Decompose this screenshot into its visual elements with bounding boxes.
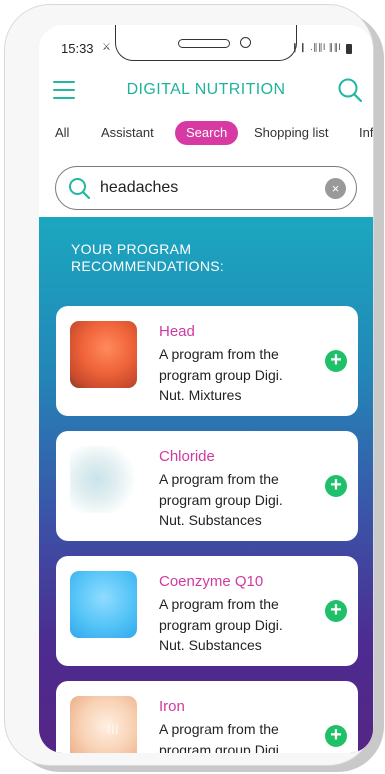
battery-icon: [346, 44, 352, 54]
tab-shopping-list[interactable]: Shopping list: [254, 125, 328, 140]
tab-all[interactable]: All: [55, 125, 69, 140]
app-title: DIGITAL NUTRITION: [126, 81, 286, 98]
home-nav-icon[interactable]: ○: [201, 721, 209, 737]
recents-nav-icon[interactable]: III: [107, 721, 119, 737]
tab-info[interactable]: Inf: [359, 125, 373, 140]
chloride-image: [70, 446, 137, 513]
search-field[interactable]: headaches ×: [55, 166, 357, 210]
head-image: [70, 321, 137, 388]
phone-frame: 15:33 ⚔ ❙❙ .∥∥l ∥∥l DIGITAL NUTRITION Al…: [4, 4, 374, 766]
card-title: Iron: [159, 698, 185, 715]
card-description: A program from the program group Digi.: [159, 721, 283, 753]
network-icons: ❙❙ .∥∥l ∥∥l: [291, 42, 342, 52]
results-area: YOUR PROGRAM RECOMMENDATIONS: Head A pro…: [39, 217, 373, 753]
speaker-icon: [178, 39, 230, 48]
card-description: A program from the program group Digi. N…: [159, 596, 283, 653]
search-icon[interactable]: [337, 77, 363, 103]
card-description: A program from the program group Digi. N…: [159, 471, 283, 528]
card-title: Head: [159, 323, 195, 340]
screen: 15:33 ⚔ ❙❙ .∥∥l ∥∥l DIGITAL NUTRITION Al…: [39, 25, 373, 753]
coenzyme-image: [70, 571, 137, 638]
signal-icon: ⚔: [102, 42, 111, 53]
program-card-head[interactable]: Head A program from the program group Di…: [56, 306, 358, 416]
recommendations-heading: YOUR PROGRAM RECOMMENDATIONS:: [71, 241, 225, 274]
program-card-iron[interactable]: Iron A program from the program group Di…: [56, 681, 358, 753]
app-header: DIGITAL NUTRITION: [39, 73, 373, 109]
status-time: 15:33: [61, 41, 94, 56]
tab-assistant[interactable]: Assistant: [101, 125, 154, 140]
add-program-button[interactable]: +: [325, 475, 347, 497]
search-input[interactable]: headaches: [100, 179, 178, 197]
back-nav-icon[interactable]: <: [295, 721, 303, 737]
search-icon: [69, 178, 90, 199]
iron-image: [70, 696, 137, 753]
card-title: Coenzyme Q10: [159, 573, 264, 590]
add-program-button[interactable]: +: [325, 600, 347, 622]
add-program-button[interactable]: +: [325, 725, 347, 747]
program-card-coenzyme-q10[interactable]: Coenzyme Q10 A program from the program …: [56, 556, 358, 666]
card-description: A program from the program group Digi. N…: [159, 346, 283, 403]
clear-search-button[interactable]: ×: [325, 178, 346, 199]
camera-icon: [240, 37, 251, 48]
tab-bar: All Assistant Search Shopping list Inf: [39, 121, 373, 151]
card-title: Chloride: [159, 448, 215, 465]
program-card-chloride[interactable]: Chloride A program from the program grou…: [56, 431, 358, 541]
tab-search[interactable]: Search: [175, 121, 239, 145]
add-program-button[interactable]: +: [325, 350, 347, 372]
status-bar: 15:33 ⚔ ❙❙ .∥∥l ∥∥l: [39, 25, 373, 67]
